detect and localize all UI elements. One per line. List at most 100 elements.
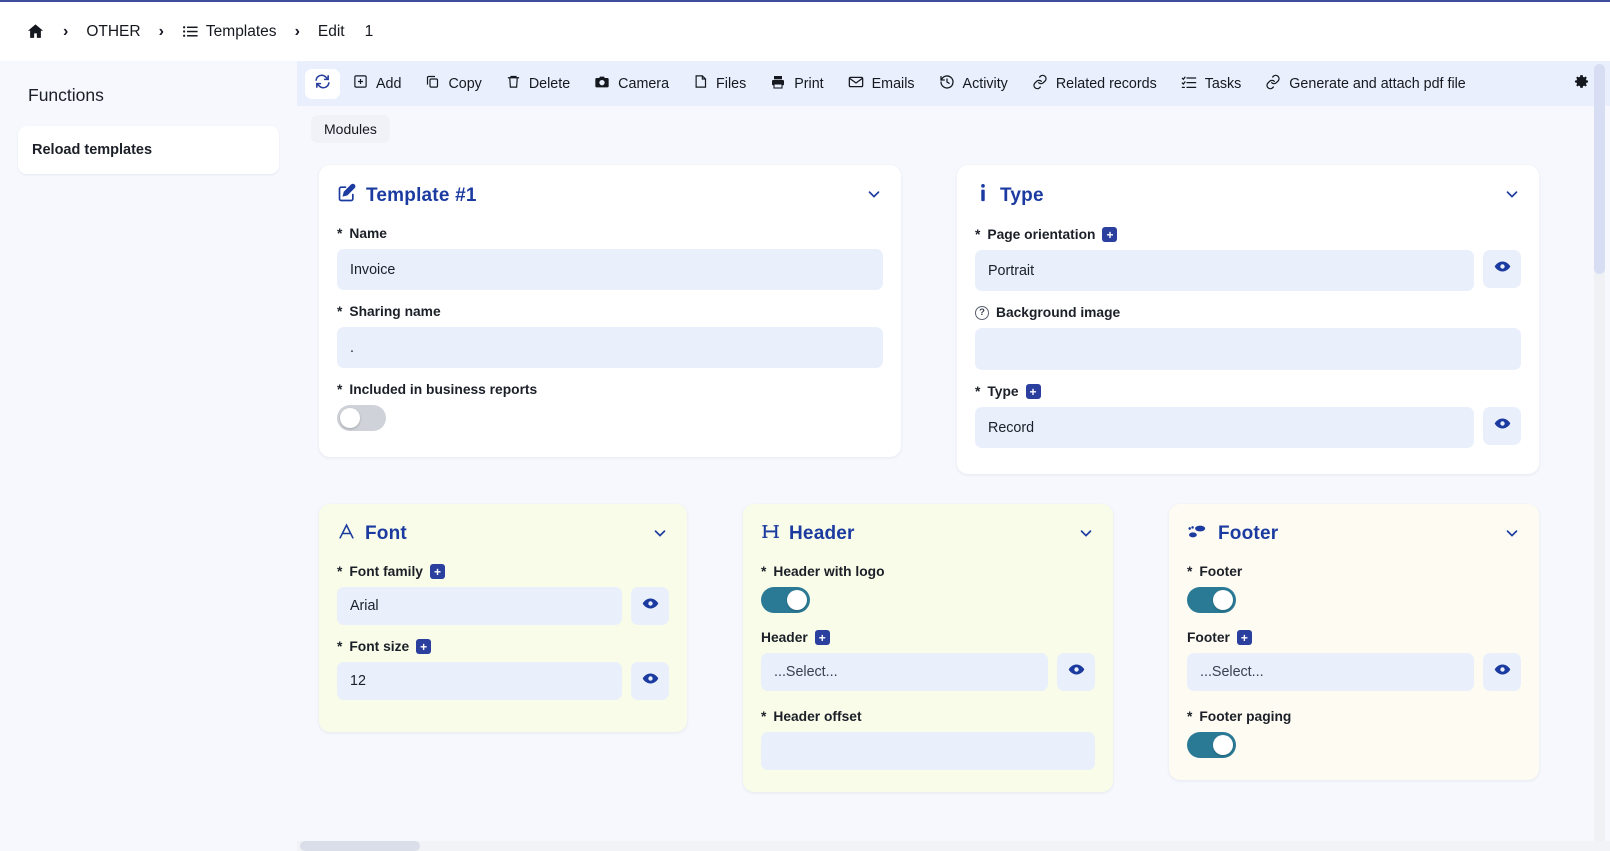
font-size-input[interactable]: 12 (337, 662, 622, 700)
card-footer-collapse-chevron[interactable] (1503, 524, 1521, 542)
vertical-scrollbar[interactable] (1594, 64, 1605, 848)
label-text: Page orientation (987, 227, 1096, 242)
card-font-collapse-chevron[interactable] (651, 524, 669, 542)
application-window: › OTHER › Templates › Edit 1 Functions R… (0, 0, 1610, 851)
name-input[interactable]: Invoice (337, 249, 883, 290)
modules-tab[interactable]: Modules (311, 115, 390, 143)
header-offset-input[interactable] (761, 732, 1095, 770)
footer-enabled-toggle[interactable] (1187, 587, 1236, 613)
toolbar-button-activity[interactable]: Activity (928, 67, 1019, 101)
cards-row-top: Template #1 * Name Invoice * Sharing nam… (319, 165, 1588, 474)
horizontal-scrollbar[interactable] (297, 841, 1610, 851)
field-header-offset-row (761, 732, 1095, 770)
toolbar-button-camera[interactable]: Camera (583, 67, 680, 101)
font-size-view-button[interactable] (631, 662, 669, 700)
edit-pencil-icon (337, 183, 357, 208)
breadcrumb-home[interactable] (12, 22, 59, 41)
header-view-button[interactable] (1057, 653, 1095, 691)
add-plus-icon[interactable]: + (416, 639, 432, 654)
label-text: Font family (349, 564, 423, 579)
field-type-row: Record (975, 407, 1521, 448)
card-type: Type * Page orientation + Portrait ? Bac… (957, 165, 1539, 474)
field-background-image: ? Background image (975, 305, 1521, 370)
field-type-label: * Type + (975, 384, 1521, 399)
card-header-collapse-chevron[interactable] (1077, 524, 1095, 542)
label-text: Header (761, 630, 808, 645)
toolbar-button-tasks[interactable]: Tasks (1170, 67, 1253, 101)
eye-icon (1068, 661, 1085, 683)
modules-tab-row: Modules (297, 106, 1610, 143)
breadcrumb: › OTHER › Templates › Edit 1 (0, 0, 1610, 61)
breadcrumb-item-other[interactable]: OTHER (72, 23, 154, 41)
field-font-size: * Font size + 12 (337, 639, 669, 700)
field-footer-enabled-label: * Footer (1187, 564, 1521, 579)
field-header-offset-label: * Header offset (761, 709, 1095, 724)
sharing-name-input[interactable]: . (337, 327, 883, 368)
home-icon (26, 22, 45, 41)
field-footer-select-label: Footer + (1187, 630, 1521, 645)
field-page-orientation-label: * Page orientation + (975, 227, 1521, 242)
included-in-reports-toggle[interactable] (337, 405, 386, 431)
required-marker: * (337, 564, 343, 579)
footer-paging-toggle[interactable] (1187, 732, 1236, 758)
breadcrumb-label: OTHER (86, 22, 141, 40)
toolbar-label: Camera (618, 75, 670, 92)
add-plus-icon[interactable]: + (814, 630, 830, 645)
cards-container: Template #1 * Name Invoice * Sharing nam… (297, 143, 1610, 792)
required-marker: * (337, 226, 343, 241)
font-family-view-button[interactable] (631, 587, 669, 625)
file-icon (693, 74, 708, 93)
field-background-image-row (975, 328, 1521, 370)
field-font-family-label: * Font family + (337, 564, 669, 579)
toolbar-button-files[interactable]: Files (682, 67, 757, 101)
horizontal-scrollbar-thumb[interactable] (300, 841, 420, 851)
header-with-logo-toggle[interactable] (761, 587, 810, 613)
toolbar-label: Emails (871, 75, 915, 92)
footer-select-input[interactable]: ...Select... (1187, 653, 1474, 691)
toolbar-button-copy[interactable]: Copy (414, 67, 492, 101)
toolbar-button-print[interactable]: Print (759, 67, 834, 101)
type-view-button[interactable] (1483, 407, 1521, 445)
label-text: Header offset (773, 709, 862, 724)
add-plus-icon[interactable]: + (1102, 227, 1118, 242)
footer-view-button[interactable] (1483, 653, 1521, 691)
add-plus-icon[interactable]: + (1025, 384, 1041, 399)
function-label: Reload templates (32, 142, 153, 158)
page-orientation-view-button[interactable] (1483, 250, 1521, 288)
toolbar-label: Tasks (1204, 75, 1242, 92)
toolbar-label: Activity (962, 75, 1008, 92)
field-header-select-label: Header + (761, 630, 1095, 645)
breadcrumb-item-edit[interactable]: Edit (304, 23, 359, 41)
toolbar-button-generate-pdf[interactable]: Generate and attach pdf file (1254, 67, 1476, 101)
background-image-input[interactable] (975, 328, 1521, 370)
breadcrumb-separator: › (294, 22, 300, 40)
breadcrumb-item-templates[interactable]: Templates (168, 23, 291, 41)
font-family-input[interactable]: Arial (337, 587, 622, 625)
toolbar-button-delete[interactable]: Delete (495, 67, 581, 101)
history-icon (939, 74, 955, 94)
required-marker: * (761, 564, 767, 579)
vertical-scrollbar-thumb[interactable] (1594, 64, 1605, 274)
add-plus-icon[interactable]: + (429, 564, 445, 579)
function-reload-templates[interactable]: Reload templates (18, 126, 279, 174)
field-sharing-name: * Sharing name . (337, 304, 883, 368)
page-orientation-input[interactable]: Portrait (975, 250, 1474, 291)
help-question-icon[interactable]: ? (975, 305, 989, 320)
breadcrumb-separator: › (158, 22, 164, 40)
toolbar-label: Generate and attach pdf file (1289, 75, 1466, 92)
toolbar-button-related-records[interactable]: Related records (1021, 67, 1168, 101)
required-marker: * (337, 304, 343, 319)
required-marker: * (975, 384, 981, 399)
field-footer-enabled: * Footer (1187, 564, 1521, 613)
type-input[interactable]: Record (975, 407, 1474, 448)
toolbar-button-emails[interactable]: Emails (837, 67, 926, 101)
field-name: * Name Invoice (337, 226, 883, 290)
toolbar-button-add[interactable]: Add (342, 67, 412, 101)
task-list-icon (1181, 74, 1197, 94)
card-template-collapse-chevron[interactable] (865, 185, 883, 203)
field-font-family-row: Arial (337, 587, 669, 625)
header-select-input[interactable]: ...Select... (761, 653, 1048, 691)
refresh-button[interactable] (305, 68, 340, 99)
add-plus-icon[interactable]: + (1236, 630, 1252, 645)
card-type-collapse-chevron[interactable] (1503, 185, 1521, 203)
